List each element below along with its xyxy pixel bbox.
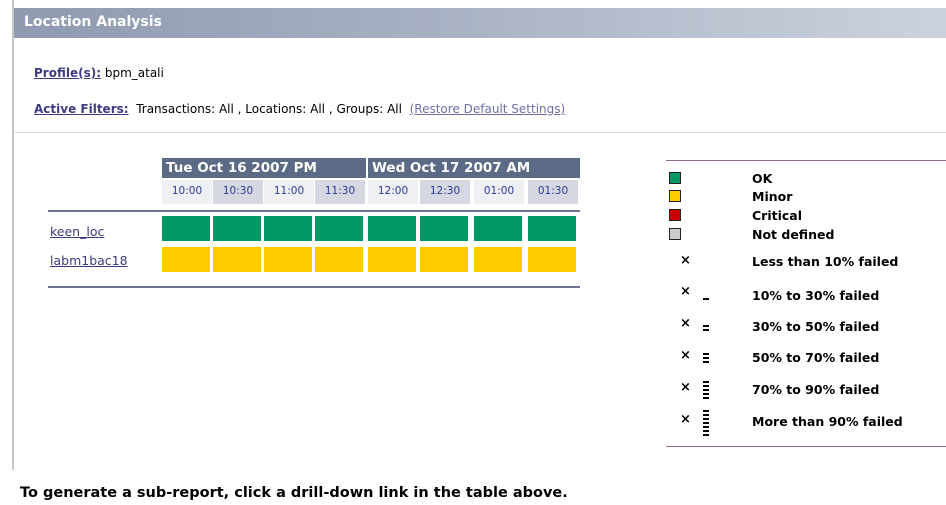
date-header-2: Wed Oct 17 2007 AM [368,158,580,178]
ok-swatch [669,172,681,184]
row-label-labm1bac18[interactable]: labm1bac18 [50,253,128,268]
separator [14,132,946,133]
legend-fail-2: 30% to 50% failed [752,319,880,334]
x-mark-icon: × [680,412,691,427]
table-bottom-rule [48,286,580,288]
status-cell-ok[interactable] [368,216,416,241]
legend-fail-3: 50% to 70% failed [752,350,880,365]
time-header: 01:00 [474,180,524,204]
status-cell-ok[interactable] [528,216,576,241]
legend-fail-5: More than 90% failed [752,414,903,429]
status-cell-ok[interactable] [162,216,210,241]
status-cell-ok[interactable] [213,216,261,241]
profile-row: Profile(s): bpm_atali [34,66,164,80]
x-mark-icon: × [680,253,691,268]
frame-border [12,0,14,470]
time-header: 12:00 [368,180,418,204]
row-label-keen-loc[interactable]: keen_loc [50,224,104,239]
time-header: 10:00 [162,180,212,204]
profile-link[interactable]: Profile(s): [34,66,101,80]
filters-row: Active Filters: Transactions: All , Loca… [34,102,565,116]
legend-ok: OK [752,171,773,186]
page-title: Location Analysis [24,14,162,30]
legend-fail-1: 10% to 30% failed [752,288,880,303]
fail-bars-icon [703,325,709,333]
status-cell-minor[interactable] [474,247,522,272]
status-cell-minor[interactable] [315,247,363,272]
x-mark-icon: × [680,284,691,299]
legend-critical: Critical [752,208,803,223]
legend-bottom-rule [666,446,946,447]
not-defined-swatch [669,228,681,240]
minor-swatch [669,190,681,202]
critical-swatch [669,209,681,221]
legend-top-rule [666,160,946,161]
active-filters-link[interactable]: Active Filters: [34,102,129,116]
x-mark-icon: × [680,348,691,363]
time-header: 01:30 [528,180,578,204]
time-header: 11:00 [264,180,314,204]
status-cell-minor[interactable] [162,247,210,272]
status-cell-ok[interactable] [264,216,312,241]
status-cell-minor[interactable] [213,247,261,272]
status-cell-minor[interactable] [528,247,576,272]
status-cell-minor[interactable] [368,247,416,272]
restore-default-link[interactable]: (Restore Default Settings) [410,102,566,116]
legend-minor: Minor [752,189,793,204]
x-mark-icon: × [680,380,691,395]
fail-bars-icon [703,298,709,302]
fail-bars-icon [703,410,709,438]
time-header: 12:30 [420,180,470,204]
date-header-1: Tue Oct 16 2007 PM [162,158,366,178]
table-top-rule [48,210,580,212]
time-header: 10:30 [213,180,263,204]
legend-fail-0: Less than 10% failed [752,254,899,269]
x-mark-icon: × [680,316,691,331]
status-cell-minor[interactable] [420,247,468,272]
footer-instructions: To generate a sub-report, click a drill-… [20,485,568,501]
status-cell-ok[interactable] [420,216,468,241]
status-cell-minor[interactable] [264,247,312,272]
fail-bars-icon [703,381,709,401]
legend-fail-4: 70% to 90% failed [752,382,880,397]
fail-bars-icon [703,353,709,365]
status-cell-ok[interactable] [315,216,363,241]
title-bar: Location Analysis [14,8,946,38]
status-cell-ok[interactable] [474,216,522,241]
time-header: 11:30 [315,180,365,204]
profile-value: bpm_atali [104,66,164,80]
filters-text: Transactions: All , Locations: All , Gro… [136,102,402,116]
legend-not-defined: Not defined [752,227,835,242]
